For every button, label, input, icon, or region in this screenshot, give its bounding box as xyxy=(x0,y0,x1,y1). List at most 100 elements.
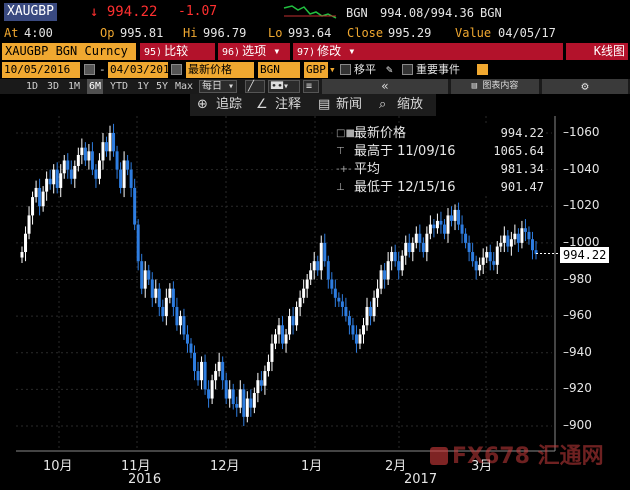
y-tick-label: –1060 xyxy=(563,125,600,139)
candle-body xyxy=(263,371,267,386)
settings-gear-icon[interactable]: ⚙ xyxy=(542,79,628,94)
candle-body xyxy=(143,270,147,289)
period-1m[interactable]: 1M xyxy=(66,79,82,94)
annotate-pen-icon[interactable]: ∠ xyxy=(256,96,268,114)
options-button[interactable]: 96) 选项 ▾ xyxy=(218,43,290,60)
candle-body xyxy=(228,389,232,399)
candle-body xyxy=(499,242,503,247)
candle-body xyxy=(112,133,116,152)
down-arrow-icon: ↓ xyxy=(90,4,99,20)
candle-body xyxy=(333,288,337,298)
price-type-dropdown[interactable]: 最新价格 xyxy=(186,62,254,78)
candle-body xyxy=(464,233,468,243)
candle-body xyxy=(523,228,527,232)
candle-body xyxy=(513,233,517,240)
info-icon[interactable] xyxy=(477,64,488,75)
candle-body xyxy=(478,264,482,271)
candle-body xyxy=(453,209,457,221)
candle-body xyxy=(252,393,256,408)
collapse-left-icon[interactable]: « xyxy=(322,79,448,94)
candle-body xyxy=(214,371,218,381)
period-6m[interactable]: 6M xyxy=(87,79,104,94)
move-checkbox[interactable] xyxy=(340,64,351,75)
crosshair-icon[interactable]: ⊕ xyxy=(197,96,208,114)
low-value: 993.64 xyxy=(288,26,332,40)
candle-body xyxy=(217,361,221,372)
candle-body xyxy=(38,187,42,207)
watermark-logo-icon xyxy=(430,447,448,465)
events-checkbox[interactable] xyxy=(402,64,413,75)
quote-stats: At 4:00 Op 995.81 Hi 996.79 Lo 993.64 Cl… xyxy=(0,24,630,42)
end-date-field[interactable]: 04/03/2017 xyxy=(108,62,176,78)
track-button[interactable]: 追踪 xyxy=(216,96,242,114)
currency-dropdown-icon[interactable]: ▾ xyxy=(329,62,336,78)
line-chart-icon[interactable]: ╱ xyxy=(245,80,265,93)
candle-body xyxy=(161,306,165,317)
candle-body xyxy=(442,224,446,234)
y-tick-label: –1040 xyxy=(563,161,600,176)
ask-source: BGN xyxy=(480,6,502,20)
candle-body xyxy=(200,361,204,381)
candle-body xyxy=(316,261,320,271)
period-1d[interactable]: 1D xyxy=(24,79,40,94)
candle-body xyxy=(393,252,397,262)
candle-body xyxy=(383,270,387,280)
candle-body xyxy=(27,215,31,234)
candle-body xyxy=(256,380,260,394)
candle-body xyxy=(509,239,513,247)
value-date: 04/05/17 xyxy=(498,26,556,40)
candle-body xyxy=(45,178,49,192)
candle-body xyxy=(164,297,168,317)
candle-body xyxy=(407,242,411,253)
source-field[interactable]: BGN xyxy=(258,62,300,78)
candle-body xyxy=(193,352,197,372)
candle-body xyxy=(119,169,123,188)
period-max[interactable]: Max xyxy=(173,79,195,94)
pencil-icon[interactable]: ✎ xyxy=(386,62,393,78)
legend-low-icon: ⊥ xyxy=(336,182,345,193)
candle-body xyxy=(354,334,358,344)
period-ytd[interactable]: YTD xyxy=(108,79,130,94)
zoom-button[interactable]: 缩放 xyxy=(397,96,423,114)
currency-field[interactable]: GBP xyxy=(304,62,328,78)
candle-body xyxy=(147,270,151,280)
calendar-icon[interactable] xyxy=(171,64,182,75)
annotate-button[interactable]: 注释 xyxy=(275,96,301,114)
candle-body xyxy=(495,246,499,265)
compare-button[interactable]: 95) 比较 xyxy=(140,43,215,60)
candle-body xyxy=(94,169,98,179)
news-button[interactable]: 新闻 xyxy=(336,96,362,114)
candle-body xyxy=(506,235,510,247)
chart-style-dropdown[interactable]: ◘◘▾ xyxy=(268,80,300,93)
table-icon[interactable]: ≡ xyxy=(303,80,319,93)
candle-body xyxy=(277,325,281,335)
candle-body xyxy=(471,252,475,262)
calendar-icon[interactable] xyxy=(84,64,95,75)
period-5y[interactable]: 5Y xyxy=(154,79,170,94)
period-3d[interactable]: 3D xyxy=(45,79,61,94)
edit-button[interactable]: 97) 修改 ▾ xyxy=(293,43,563,60)
candle-body xyxy=(168,288,172,298)
candle-body xyxy=(411,242,415,253)
candle-body xyxy=(207,389,211,399)
start-date-field[interactable]: 10/05/2016 xyxy=(2,62,80,78)
x-month-label: 12月 xyxy=(210,459,240,474)
candle-body xyxy=(182,316,186,335)
candle-body xyxy=(414,233,418,243)
frequency-dropdown[interactable]: 每日 ▾ xyxy=(199,80,238,93)
ticker-label[interactable]: XAUGBP xyxy=(4,3,57,21)
chart-contents-button[interactable]: ▤ 图表内容 xyxy=(451,79,539,94)
candle-body xyxy=(530,239,534,251)
chart-type-button[interactable]: K线图 xyxy=(566,43,628,60)
close-value: 995.29 xyxy=(388,26,432,40)
legend-high-icon: ⊤ xyxy=(336,146,345,157)
zoom-icon[interactable]: ⌕ xyxy=(379,96,386,114)
candle-body xyxy=(323,242,327,262)
sparkline-icon xyxy=(283,5,337,19)
candle-body xyxy=(108,133,112,152)
period-1y[interactable]: 1Y xyxy=(135,79,151,94)
news-icon[interactable]: ▤ xyxy=(318,96,330,114)
security-field[interactable]: XAUGBP BGN Curncy xyxy=(2,43,136,60)
candle-body xyxy=(59,173,63,188)
x-month-label: 1月 xyxy=(301,459,323,474)
